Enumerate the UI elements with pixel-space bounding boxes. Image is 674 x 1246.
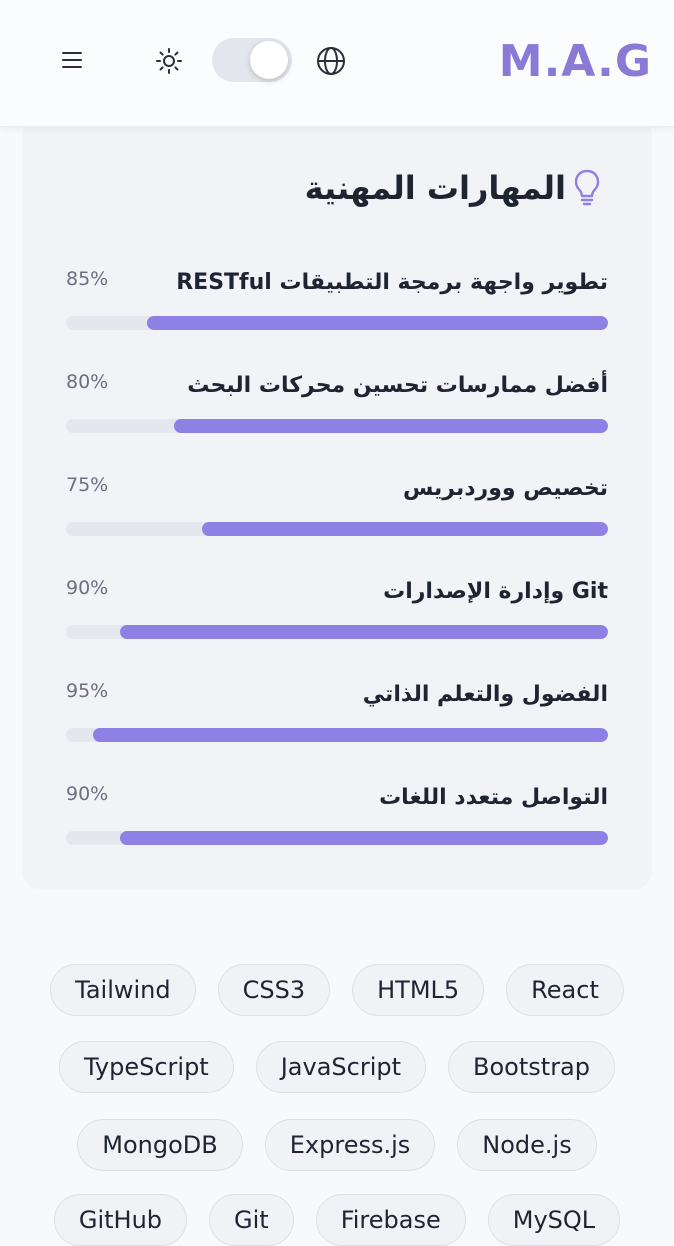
globe-icon[interactable] <box>315 45 347 77</box>
skill-name: تطوير واجهة برمجة التطبيقات RESTful <box>176 270 608 295</box>
tag-git[interactable]: Git <box>209 1194 294 1246</box>
tag-mysql[interactable]: MySQL <box>487 1194 621 1246</box>
tag-html5[interactable]: HTML5 <box>352 964 485 1016</box>
skill-item: تطوير واجهة برمجة التطبيقات RESTful 85% <box>66 268 608 348</box>
skill-percent: 90% <box>66 577 109 599</box>
progress-track <box>66 728 608 742</box>
tag-mongodb[interactable]: MongoDB <box>77 1119 243 1171</box>
theme-toggle[interactable] <box>212 38 292 82</box>
tag-row: Tailwind CSS3 HTML5 React <box>0 964 674 1016</box>
skill-item: الفضول والتعلم الذاتي 95% <box>66 680 608 760</box>
tag-row: GitHub Git Firebase MySQL <box>0 1194 674 1246</box>
top-header: M.A.G <box>0 0 674 127</box>
progress-fill <box>201 522 608 536</box>
tag-css3[interactable]: CSS3 <box>217 964 331 1016</box>
tag-javascript[interactable]: JavaScript <box>255 1041 427 1093</box>
skill-name: Git وإدارة الإصدارات <box>383 579 608 604</box>
skill-item: التواصل متعدد اللغات 90% <box>66 783 608 863</box>
progress-track <box>66 316 608 330</box>
tag-row: TypeScript JavaScript Bootstrap <box>0 1041 674 1093</box>
tag-firebase[interactable]: Firebase <box>315 1194 466 1246</box>
tag-react[interactable]: React <box>506 964 624 1016</box>
tag-row: MongoDB Express.js Node.js <box>0 1119 674 1171</box>
progress-track <box>66 625 608 639</box>
professional-skills-card: المهارات المهنية تطوير واجهة برمجة التطب… <box>22 118 652 889</box>
skill-item: أفضل ممارسات تحسين محركات البحث 80% <box>66 371 608 451</box>
progress-fill <box>120 831 608 845</box>
progress-fill <box>147 316 608 330</box>
section-title: المهارات المهنية <box>304 169 566 207</box>
hamburger-menu-icon[interactable] <box>60 48 86 72</box>
skill-item: تخصيص ووردبريس 75% <box>66 474 608 554</box>
skill-name: تخصيص ووردبريس <box>402 476 608 501</box>
skill-percent: 85% <box>66 268 109 290</box>
tag-nodejs[interactable]: Node.js <box>457 1119 597 1171</box>
site-logo[interactable]: M.A.G <box>499 36 652 87</box>
progress-fill <box>120 625 608 639</box>
skill-percent: 90% <box>66 783 109 805</box>
skill-item: Git وإدارة الإصدارات 90% <box>66 577 608 657</box>
sun-icon[interactable] <box>155 47 183 75</box>
tag-typescript[interactable]: TypeScript <box>58 1041 234 1093</box>
skill-name: التواصل متعدد اللغات <box>379 785 608 810</box>
card-header: المهارات المهنية <box>305 168 602 208</box>
skill-percent: 80% <box>66 371 109 393</box>
tag-github[interactable]: GitHub <box>53 1194 188 1246</box>
tag-tailwind[interactable]: Tailwind <box>50 964 196 1016</box>
lightbulb-icon <box>574 169 600 206</box>
progress-track <box>66 419 608 433</box>
toggle-knob <box>250 41 288 79</box>
progress-track <box>66 831 608 845</box>
progress-track <box>66 522 608 536</box>
skill-percent: 95% <box>66 680 109 702</box>
skill-name: الفضول والتعلم الذاتي <box>362 682 608 707</box>
skill-name: أفضل ممارسات تحسين محركات البحث <box>187 373 608 398</box>
progress-fill <box>174 419 608 433</box>
tag-expressjs[interactable]: Express.js <box>264 1119 436 1171</box>
skill-percent: 75% <box>66 474 109 496</box>
progress-fill <box>93 728 608 742</box>
tag-bootstrap[interactable]: Bootstrap <box>448 1041 615 1093</box>
